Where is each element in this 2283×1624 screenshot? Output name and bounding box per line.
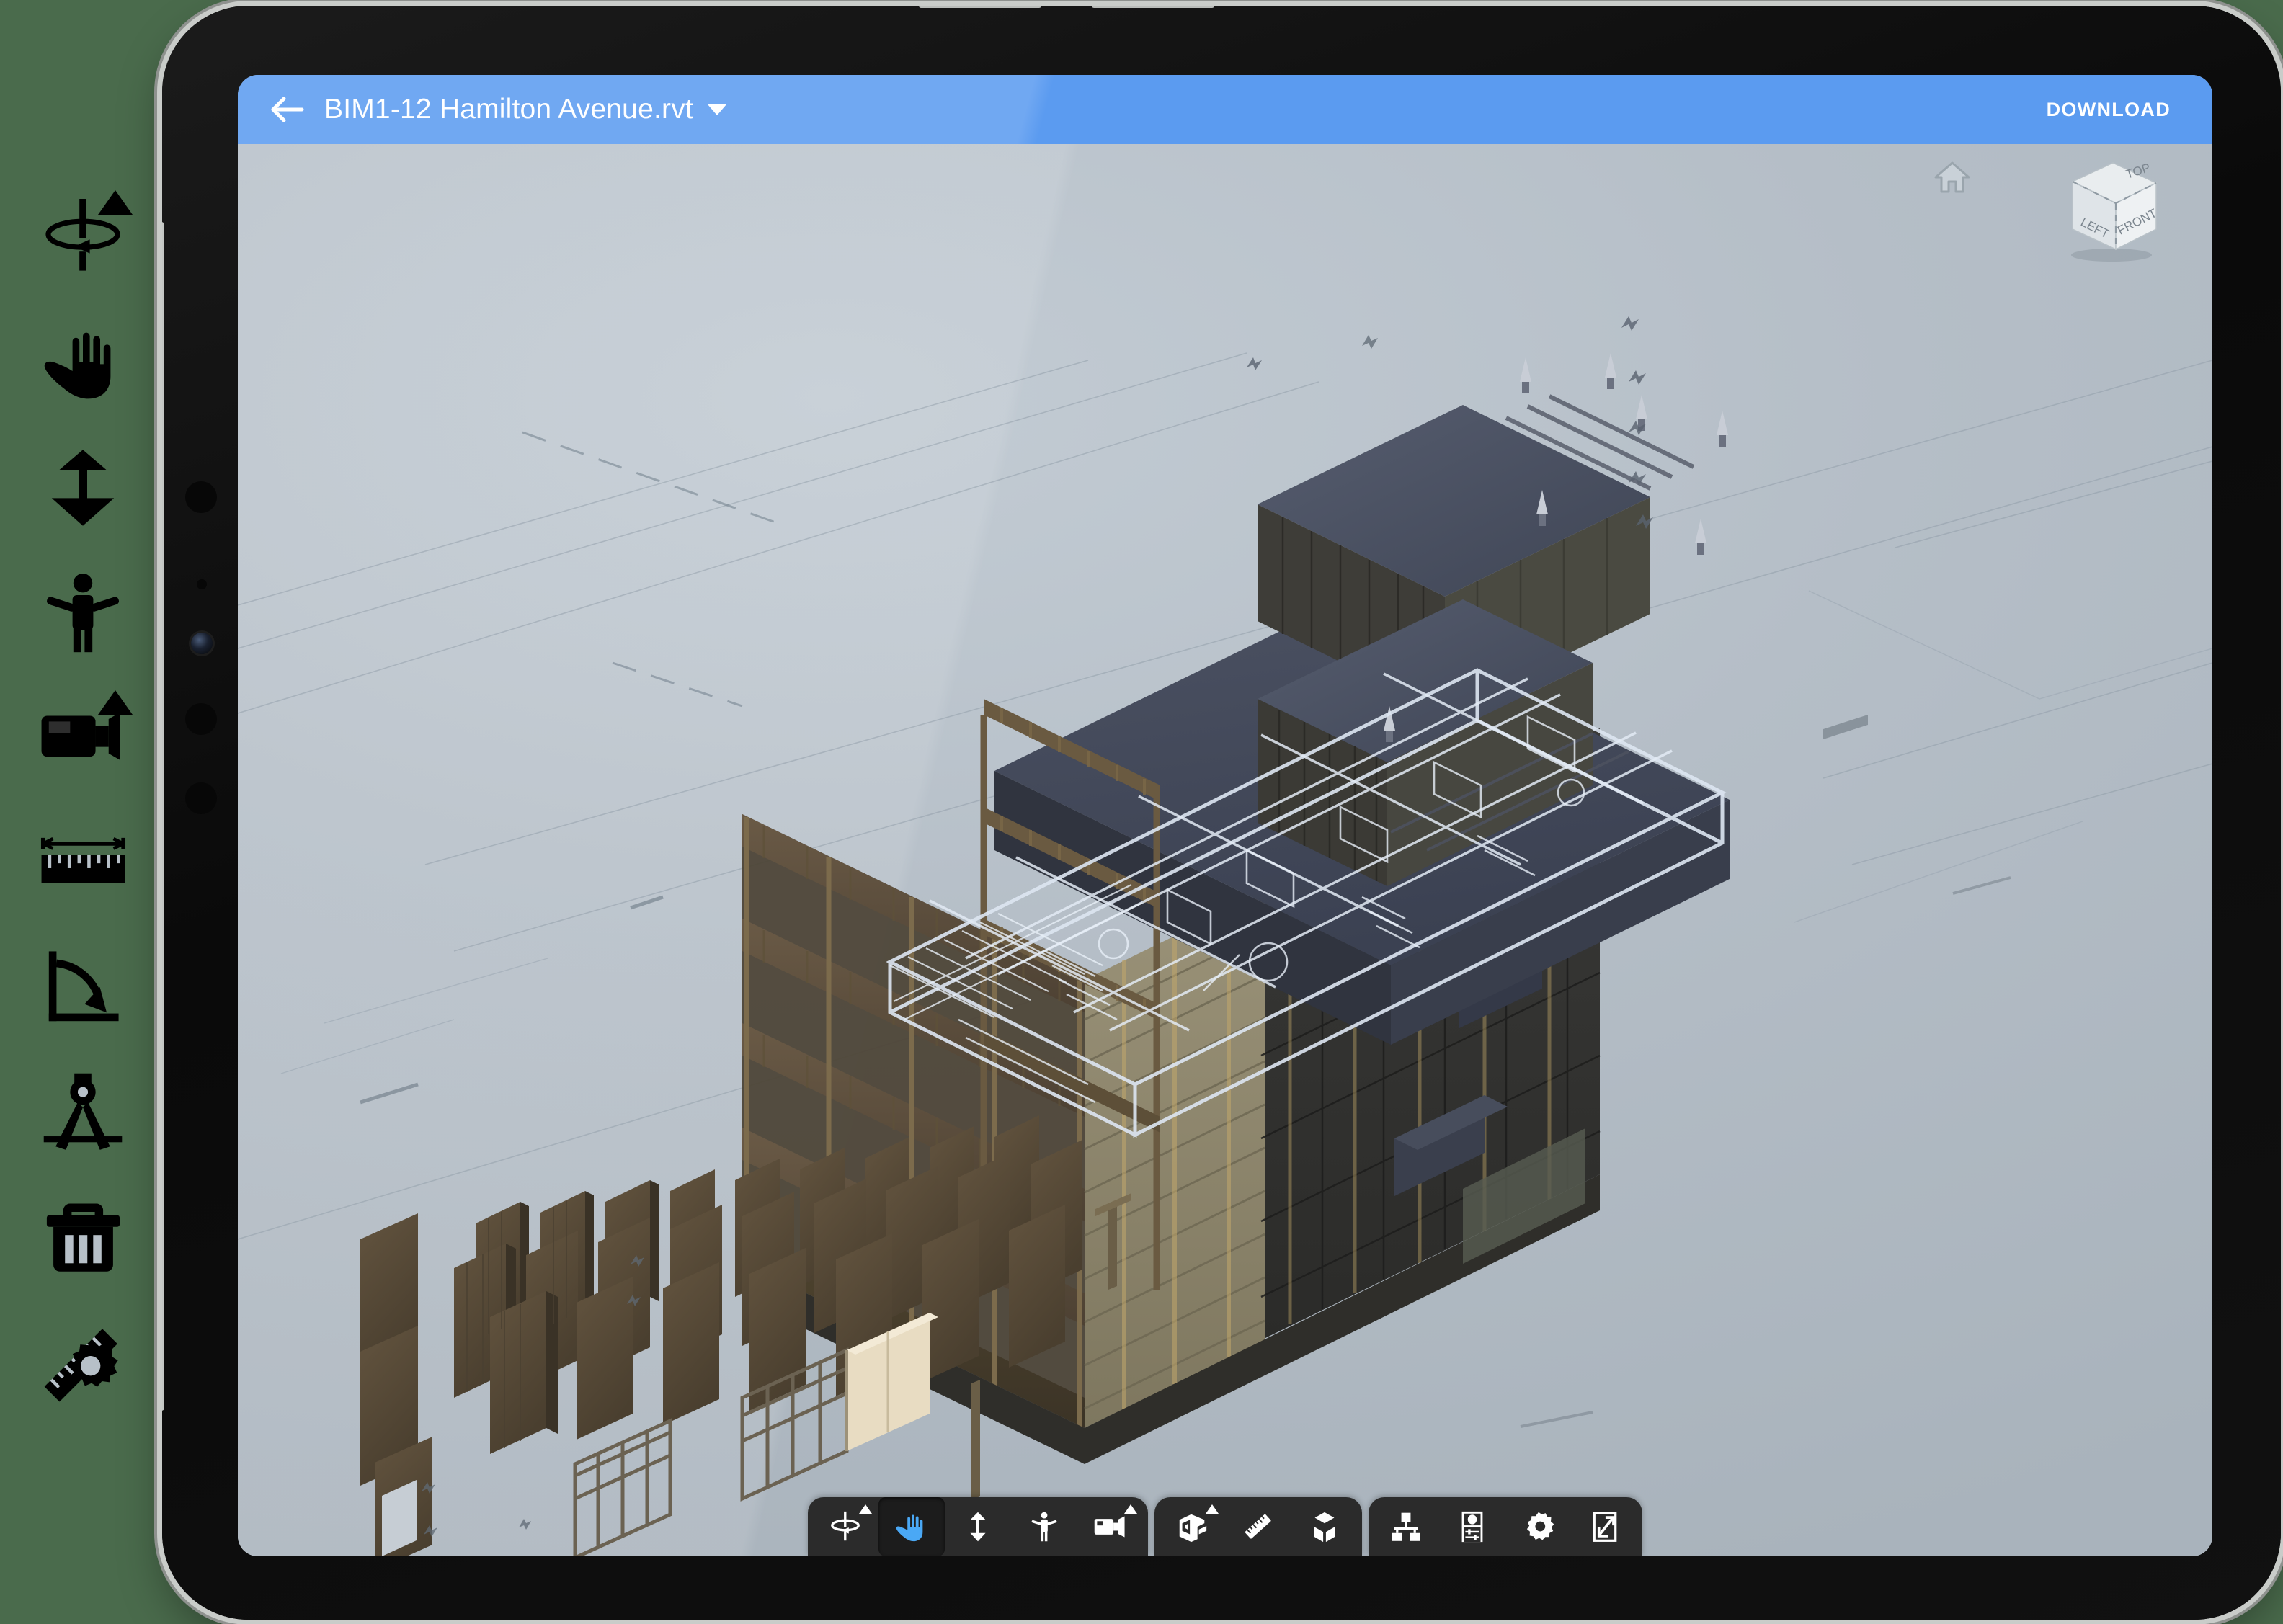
measure-button[interactable] [1225, 1497, 1291, 1556]
properties-icon [1457, 1509, 1487, 1544]
section-box-icon [1175, 1509, 1209, 1544]
home-icon[interactable] [1933, 160, 1972, 198]
bottom-toolbar [808, 1497, 1642, 1556]
ruler-icon [1240, 1509, 1276, 1545]
sidebar-item-measure-angle-tool[interactable] [22, 937, 144, 1037]
camera-caret-icon [1124, 1504, 1137, 1514]
sidebar-item-measure-distance-tool[interactable] [22, 812, 144, 912]
chevron-down-icon[interactable] [708, 104, 726, 115]
tablet-device: BIM1-12 Hamilton Avenue.rvt DOWNLOAD [162, 6, 2281, 1620]
panels-group [1369, 1497, 1642, 1556]
settings-button[interactable] [1505, 1497, 1572, 1556]
section-caret-icon [1206, 1504, 1219, 1514]
three-d-model [238, 144, 2212, 1556]
volume-down-button[interactable] [1092, 6, 1214, 8]
camera-caret-icon [98, 690, 133, 715]
sidebar-item-orbit-tool[interactable] [22, 187, 144, 287]
zoom-vertical-arrows-icon [962, 1509, 994, 1544]
person-icon [40, 569, 126, 656]
person-icon [1028, 1509, 1060, 1545]
back-button[interactable] [265, 87, 310, 132]
speaker-grille [185, 703, 217, 735]
document-title[interactable]: BIM1-12 Hamilton Avenue.rvt [324, 94, 693, 125]
properties-button[interactable] [1439, 1497, 1505, 1556]
model-tree-button[interactable] [1373, 1497, 1439, 1556]
volume-up-button[interactable] [919, 6, 1041, 8]
explode-cube-icon [1307, 1509, 1342, 1544]
speaker-grille [185, 481, 217, 513]
sidebar-item-camera-tool[interactable] [22, 687, 144, 788]
explode-button[interactable] [1291, 1497, 1358, 1556]
fullscreen-icon [1590, 1510, 1620, 1543]
tools-group [1154, 1497, 1362, 1556]
left-tool-rail [0, 187, 166, 1412]
front-camera [191, 633, 213, 654]
app-bar: BIM1-12 Hamilton Avenue.rvt DOWNLOAD [238, 75, 2212, 144]
video-camera-icon [1092, 1512, 1129, 1542]
zoom-button[interactable] [945, 1497, 1011, 1556]
orbit-caret-icon [98, 190, 133, 215]
tablet-bezel: BIM1-12 Hamilton Avenue.rvt DOWNLOAD [162, 6, 2281, 1620]
microphone [197, 579, 207, 589]
hierarchy-icon [1389, 1510, 1423, 1543]
ruler-gear-icon [38, 1319, 128, 1404]
compass-icon [40, 1070, 125, 1155]
camera-button[interactable] [1077, 1497, 1144, 1556]
ruler-icon [38, 830, 128, 895]
fullscreen-button[interactable] [1572, 1497, 1638, 1556]
walk-button[interactable] [1011, 1497, 1077, 1556]
trash-icon [42, 1195, 125, 1278]
sidebar-item-measure-settings-tool[interactable] [22, 1312, 144, 1412]
download-button[interactable]: DOWNLOAD [2047, 99, 2171, 121]
hand-icon [40, 319, 126, 406]
sidebar-item-pan-tool[interactable] [22, 312, 144, 412]
section-button[interactable] [1159, 1497, 1225, 1556]
angle-icon [40, 945, 125, 1030]
navigation-group [808, 1497, 1148, 1556]
orbit-icon [828, 1509, 863, 1544]
sidebar-item-walk-tool[interactable] [22, 562, 144, 662]
gear-icon [1522, 1510, 1555, 1543]
view-cube[interactable]: TOP LEFT FRONT [2041, 154, 2171, 262]
hand-icon [894, 1509, 929, 1544]
app-screen: BIM1-12 Hamilton Avenue.rvt DOWNLOAD [238, 75, 2212, 1556]
orbit-caret-icon [859, 1504, 872, 1514]
sidebar-item-delete-tool[interactable] [22, 1187, 144, 1287]
pan-button[interactable] [878, 1497, 945, 1556]
zoom-vertical-arrows-icon [40, 445, 126, 531]
orbit-button[interactable] [812, 1497, 878, 1556]
sidebar-item-zoom-tool[interactable] [22, 437, 144, 537]
model-viewport[interactable]: TOP LEFT FRONT [238, 144, 2212, 1556]
arrow-left-icon [270, 95, 305, 124]
speaker-grille [185, 782, 217, 814]
sidebar-item-compass-tool[interactable] [22, 1062, 144, 1162]
